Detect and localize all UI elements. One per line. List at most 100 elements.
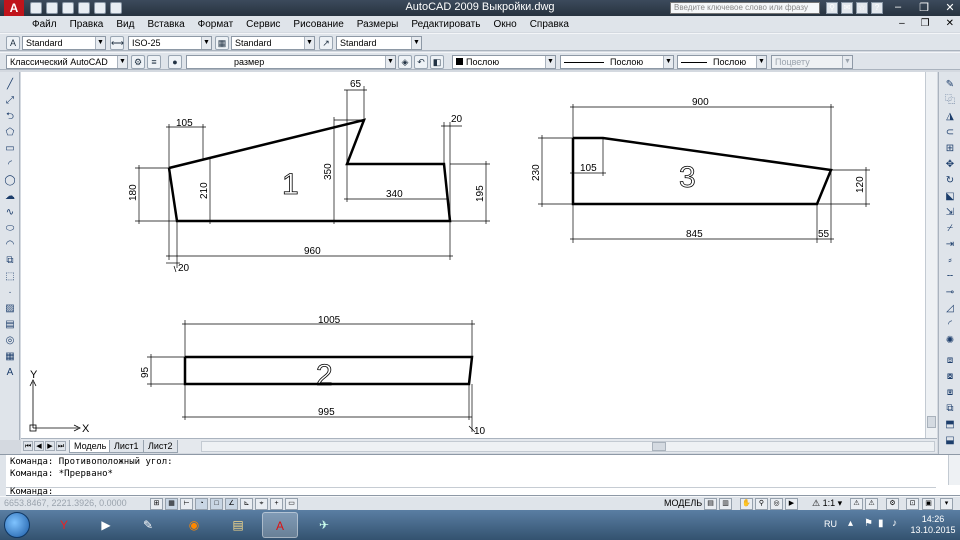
action-center-icon[interactable]: ⚑ bbox=[864, 518, 874, 530]
grid-toggle[interactable]: ▦ bbox=[165, 498, 178, 510]
model-space-label[interactable]: МОДЕЛЬ bbox=[664, 498, 702, 508]
snap-toggle[interactable]: ⊞ bbox=[150, 498, 163, 510]
menu-modify[interactable]: Редактировать bbox=[411, 19, 488, 30]
extend-icon[interactable]: ⇥ bbox=[943, 238, 957, 251]
paint-icon[interactable]: ✎ bbox=[130, 512, 166, 538]
region-icon[interactable]: ◎ bbox=[3, 334, 17, 347]
first-tab-icon[interactable]: ⏮ bbox=[23, 441, 33, 451]
drawing-area[interactable]: 1 65 105 20 350 180 210 340 195 960 20 3… bbox=[21, 72, 925, 438]
array-icon[interactable]: ⊞ bbox=[943, 142, 957, 155]
doc-restore-icon[interactable]: ❐ bbox=[921, 18, 930, 29]
ortho-toggle[interactable]: ⊢ bbox=[180, 498, 193, 510]
command-window[interactable]: Команда: Противоположный угол: Команда: … bbox=[0, 454, 960, 497]
communication-center-icon[interactable]: ✉ bbox=[841, 2, 853, 14]
volume-icon[interactable]: ♪ bbox=[892, 518, 902, 530]
horizontal-scroll-thumb[interactable] bbox=[652, 442, 666, 451]
quick-view-drawings-icon[interactable]: ▥ bbox=[719, 498, 732, 510]
menu-view[interactable]: Вид bbox=[116, 19, 142, 30]
move-icon[interactable]: ✥ bbox=[943, 158, 957, 171]
make-layer-current-icon[interactable]: ◈ bbox=[398, 55, 412, 69]
restore-icon[interactable]: ❐ bbox=[918, 1, 930, 14]
lock-icon[interactable]: ⊡ bbox=[906, 498, 919, 510]
last-tab-icon[interactable]: ⏭ bbox=[56, 441, 66, 451]
trim-icon[interactable]: ⌿ bbox=[943, 222, 957, 235]
shape-3[interactable]: 3 900 230 105 120 845 55 bbox=[531, 97, 870, 243]
minimize-icon[interactable]: – bbox=[892, 1, 904, 14]
scale-icon[interactable]: ⬕ bbox=[943, 190, 957, 203]
workspace-select[interactable]: Классический AutoCAD ▼ bbox=[6, 55, 128, 69]
showmotion-icon[interactable]: ▶ bbox=[785, 498, 798, 510]
command-window-grip[interactable] bbox=[0, 455, 6, 497]
ellipse-arc-icon[interactable]: ◠ bbox=[3, 238, 17, 251]
line-icon[interactable]: ╱ bbox=[3, 78, 17, 91]
shape-1[interactable]: 1 65 105 20 350 180 210 340 195 960 20 bbox=[128, 79, 490, 274]
help-icon[interactable]: ? bbox=[871, 2, 883, 14]
mirror-icon[interactable]: ◮ bbox=[943, 110, 957, 123]
ellipse-icon[interactable]: ⬭ bbox=[3, 222, 17, 235]
rotate-icon[interactable]: ↻ bbox=[943, 174, 957, 187]
firefox-icon[interactable]: ◉ bbox=[176, 512, 212, 538]
ducs-toggle[interactable]: ⊾ bbox=[240, 498, 253, 510]
send-to-back-icon[interactable]: ⧆ bbox=[943, 386, 957, 399]
media-player-icon[interactable]: ▶ bbox=[88, 512, 124, 538]
steeringwheel-icon[interactable]: ◎ bbox=[770, 498, 783, 510]
workspace-settings-icon[interactable]: ⚙ bbox=[131, 55, 145, 69]
join-icon[interactable]: ⊸ bbox=[943, 286, 957, 299]
shape-3-outline[interactable] bbox=[571, 136, 833, 206]
annotation-scale[interactable]: ⚠ 1:1 ▾ bbox=[812, 498, 842, 509]
autocad-taskbar-icon[interactable]: A bbox=[262, 512, 298, 538]
layer-properties-icon[interactable]: ≡ bbox=[147, 55, 161, 69]
pan-icon[interactable]: ✋ bbox=[740, 498, 753, 510]
chamfer-icon[interactable]: ◿ bbox=[943, 302, 957, 315]
autoscale-icon[interactable]: ⚠ bbox=[865, 498, 878, 510]
explode-icon[interactable]: ✺ bbox=[943, 334, 957, 347]
tab-sheet2[interactable]: Лист2 bbox=[143, 440, 178, 453]
doc-close-icon[interactable]: ✕ bbox=[946, 18, 954, 29]
dim-style-select[interactable]: ISO-25 ▼ bbox=[128, 36, 212, 50]
doc-minimize-icon[interactable]: – bbox=[899, 18, 905, 29]
polyline-icon[interactable]: ⮌ bbox=[3, 110, 17, 123]
clean-screen-icon[interactable]: ▣ bbox=[922, 498, 935, 510]
annotation-visibility-icon[interactable]: ⚠ bbox=[850, 498, 863, 510]
otrack-toggle[interactable]: ∠ bbox=[225, 498, 238, 510]
start-button[interactable] bbox=[4, 512, 30, 538]
zoom-icon[interactable]: ⚲ bbox=[755, 498, 768, 510]
favorites-icon[interactable]: ☆ bbox=[856, 2, 868, 14]
menu-draw[interactable]: Рисование bbox=[293, 19, 351, 30]
copy-icon[interactable]: ⿻ bbox=[943, 94, 957, 107]
horizontal-scrollbar[interactable] bbox=[201, 441, 935, 452]
status-bar-menu-icon[interactable]: ▾ bbox=[940, 498, 953, 510]
point-icon[interactable]: · bbox=[3, 286, 17, 299]
close-icon[interactable]: ✕ bbox=[944, 1, 956, 14]
stretch-icon[interactable]: ⇲ bbox=[943, 206, 957, 219]
erase-icon[interactable]: ✎ bbox=[943, 78, 957, 91]
mleader-style-select[interactable]: Standard ▼ bbox=[336, 36, 422, 50]
hatch-icon[interactable]: ▨ bbox=[3, 302, 17, 315]
color-select[interactable]: Послою ▼ bbox=[452, 55, 556, 69]
menu-dimension[interactable]: Размеры bbox=[357, 19, 407, 30]
menu-help[interactable]: Справка bbox=[530, 19, 577, 30]
vertical-scroll-thumb[interactable] bbox=[927, 416, 936, 428]
send-under-icon[interactable]: ⬒ bbox=[943, 418, 957, 431]
quick-view-layouts-icon[interactable]: ▤ bbox=[704, 498, 717, 510]
break-icon[interactable]: ╌ bbox=[943, 270, 957, 283]
network-icon[interactable]: ▮ bbox=[878, 518, 888, 530]
linetype-select[interactable]: Послою ▼ bbox=[560, 55, 674, 69]
tab-model[interactable]: Модель bbox=[69, 440, 112, 453]
command-scrollbar[interactable] bbox=[948, 455, 960, 485]
break-at-point-icon[interactable]: ⸗ bbox=[943, 254, 957, 267]
revision-cloud-icon[interactable]: ☁ bbox=[3, 190, 17, 203]
dyn-toggle[interactable]: ⌖ bbox=[255, 498, 268, 510]
menu-format[interactable]: Формат bbox=[198, 19, 242, 30]
prev-tab-icon[interactable]: ◀ bbox=[34, 441, 44, 451]
language-indicator[interactable]: RU bbox=[824, 519, 837, 529]
vertical-scrollbar[interactable] bbox=[925, 72, 937, 438]
draw-order-icon[interactable]: ⧈ bbox=[943, 354, 957, 367]
workspace-switching-icon[interactable]: ⚙ bbox=[886, 498, 899, 510]
explorer-icon[interactable]: ▤ bbox=[220, 512, 256, 538]
gradient-icon[interactable]: ▤ bbox=[3, 318, 17, 331]
circle-icon[interactable]: ◯ bbox=[3, 174, 17, 187]
offset-icon[interactable]: ⊂ bbox=[943, 126, 957, 139]
shape-1-outline[interactable] bbox=[167, 118, 452, 223]
dim-style-icon[interactable]: ⟷ bbox=[110, 36, 124, 50]
